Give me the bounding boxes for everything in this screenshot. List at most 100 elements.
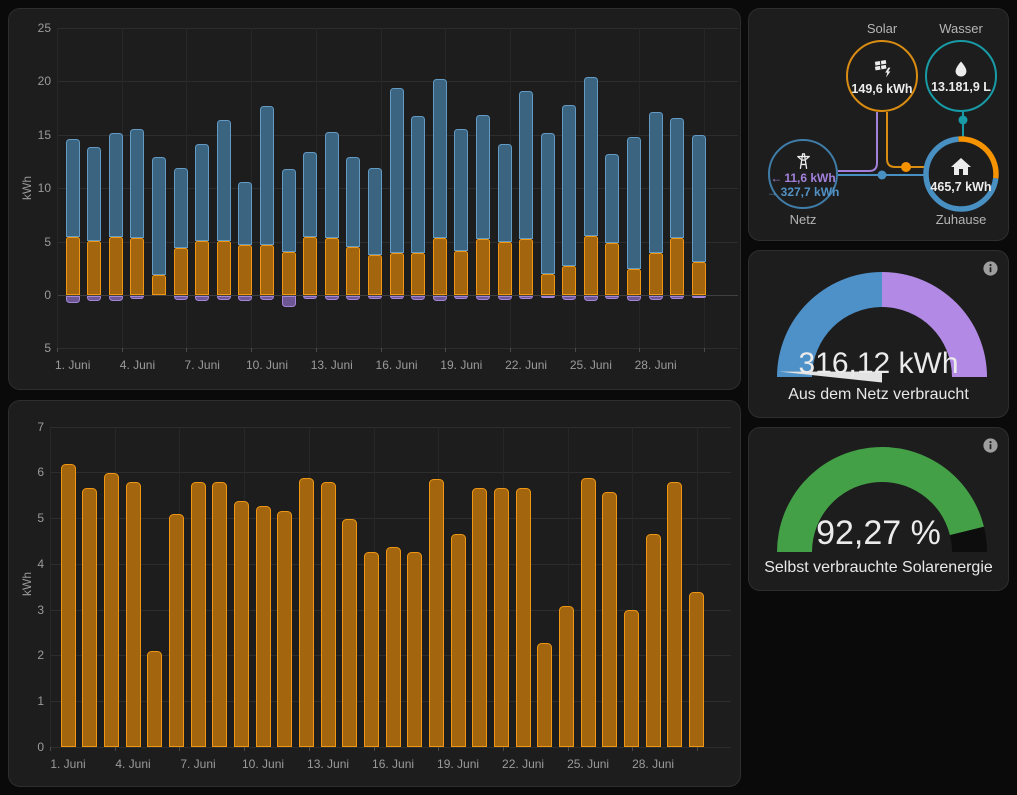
bar-solar_consumption[interactable] xyxy=(670,238,684,295)
bar-grid_return[interactable] xyxy=(411,296,425,300)
bar-grid_consumption[interactable] xyxy=(130,129,144,238)
bar-solar_self_consumed[interactable] xyxy=(429,479,444,747)
bar-grid_return[interactable] xyxy=(627,296,641,301)
bar-grid_return[interactable] xyxy=(670,296,684,299)
bar-grid_return[interactable] xyxy=(346,296,360,300)
bar-solar_self_consumed[interactable] xyxy=(472,488,487,747)
bar-grid_consumption[interactable] xyxy=(454,129,468,251)
card-gauge-self-consumed-solar[interactable]: 92,27 % Selbst verbrauchte Solarenergie xyxy=(748,427,1009,591)
bar-solar_consumption[interactable] xyxy=(238,245,252,295)
bar-solar_self_consumed[interactable] xyxy=(646,534,661,747)
bar-solar_consumption[interactable] xyxy=(174,248,188,295)
bar-grid_consumption[interactable] xyxy=(195,144,209,240)
bar-solar_consumption[interactable] xyxy=(260,245,274,295)
bar-grid_consumption[interactable] xyxy=(174,168,188,248)
bar-grid_consumption[interactable] xyxy=(109,133,123,238)
bar-solar_self_consumed[interactable] xyxy=(61,464,76,746)
bar-solar_consumption[interactable] xyxy=(195,241,209,295)
bar-grid_consumption[interactable] xyxy=(260,106,274,245)
bar-grid_consumption[interactable] xyxy=(627,137,641,269)
bar-solar_consumption[interactable] xyxy=(541,274,555,295)
bar-solar_self_consumed[interactable] xyxy=(667,482,682,746)
bar-grid_return[interactable] xyxy=(368,296,382,299)
bar-grid_return[interactable] xyxy=(476,296,490,300)
bar-solar_self_consumed[interactable] xyxy=(191,482,206,746)
bar-solar_consumption[interactable] xyxy=(411,253,425,295)
bar-grid_consumption[interactable] xyxy=(303,152,317,237)
bar-grid_consumption[interactable] xyxy=(605,154,619,243)
bar-solar_consumption[interactable] xyxy=(454,251,468,295)
bar-grid_consumption[interactable] xyxy=(152,157,166,274)
bar-grid_consumption[interactable] xyxy=(692,135,706,262)
bar-solar_consumption[interactable] xyxy=(627,269,641,295)
bar-grid_consumption[interactable] xyxy=(346,157,360,247)
bar-grid_return[interactable] xyxy=(454,296,468,299)
bar-solar_consumption[interactable] xyxy=(605,243,619,295)
card-gauge-grid-consumption[interactable]: 316,12 kWh Aus dem Netz verbraucht xyxy=(748,250,1009,418)
bar-grid_consumption[interactable] xyxy=(368,168,382,256)
bar-solar_consumption[interactable] xyxy=(476,239,490,295)
bar-grid_return[interactable] xyxy=(433,296,447,301)
bar-grid_consumption[interactable] xyxy=(66,139,80,237)
bar-solar_consumption[interactable] xyxy=(368,255,382,295)
bar-solar_self_consumed[interactable] xyxy=(104,473,119,746)
bar-solar_consumption[interactable] xyxy=(152,275,166,295)
bar-grid_consumption[interactable] xyxy=(519,91,533,239)
bar-grid_return[interactable] xyxy=(325,296,339,300)
bar-solar_self_consumed[interactable] xyxy=(212,482,227,746)
bar-grid_consumption[interactable] xyxy=(670,118,684,239)
bar-solar_self_consumed[interactable] xyxy=(537,643,552,747)
info-icon[interactable] xyxy=(982,437,999,454)
bar-solar_consumption[interactable] xyxy=(346,247,360,295)
bar-grid_return[interactable] xyxy=(87,296,101,301)
bar-solar_consumption[interactable] xyxy=(109,237,123,295)
grid-node[interactable]: ←11,6 kWh →327,7 kWh xyxy=(768,139,838,209)
bar-grid_return[interactable] xyxy=(217,296,231,300)
bar-grid_consumption[interactable] xyxy=(498,144,512,241)
bar-solar_self_consumed[interactable] xyxy=(147,651,162,747)
bar-grid_return[interactable] xyxy=(195,296,209,301)
bar-grid_return[interactable] xyxy=(303,296,317,299)
bar-solar_consumption[interactable] xyxy=(217,241,231,295)
bar-solar_consumption[interactable] xyxy=(325,238,339,295)
bar-grid_return[interactable] xyxy=(519,296,533,299)
bar-solar_consumption[interactable] xyxy=(519,239,533,295)
home-node[interactable]: 465,7 kWh xyxy=(926,139,996,209)
bar-solar_self_consumed[interactable] xyxy=(256,506,271,747)
bar-solar_self_consumed[interactable] xyxy=(234,501,249,747)
bar-solar_consumption[interactable] xyxy=(433,238,447,295)
bar-grid_consumption[interactable] xyxy=(238,182,252,245)
bar-solar_self_consumed[interactable] xyxy=(451,534,466,747)
bar-grid_consumption[interactable] xyxy=(476,115,490,240)
bar-grid_return[interactable] xyxy=(109,296,123,301)
bar-grid_return[interactable] xyxy=(541,296,555,298)
solar-node[interactable]: 149,6 kWh xyxy=(846,40,918,112)
bar-solar_consumption[interactable] xyxy=(303,237,317,295)
bar-solar_self_consumed[interactable] xyxy=(299,478,314,746)
bar-grid_consumption[interactable] xyxy=(325,132,339,239)
bar-solar_self_consumed[interactable] xyxy=(82,488,97,747)
self-consumed-solar-plot[interactable]: 765432101. Juni4. Juni7. Juni10. Juni13.… xyxy=(9,401,740,786)
bar-solar_consumption[interactable] xyxy=(562,266,576,295)
bar-solar_self_consumed[interactable] xyxy=(581,478,596,746)
bar-grid_consumption[interactable] xyxy=(390,88,404,254)
bar-solar_consumption[interactable] xyxy=(87,241,101,295)
bar-solar_self_consumed[interactable] xyxy=(689,592,704,746)
bar-solar_self_consumed[interactable] xyxy=(386,547,401,747)
bar-grid_return[interactable] xyxy=(498,296,512,300)
bar-solar_self_consumed[interactable] xyxy=(559,606,574,746)
bar-solar_self_consumed[interactable] xyxy=(321,482,336,746)
bar-solar_consumption[interactable] xyxy=(282,252,296,295)
bar-grid_consumption[interactable] xyxy=(433,79,447,238)
info-icon[interactable] xyxy=(982,260,999,277)
bar-solar_self_consumed[interactable] xyxy=(126,482,141,746)
bar-solar_self_consumed[interactable] xyxy=(407,552,422,746)
bar-grid_consumption[interactable] xyxy=(541,133,555,274)
bar-grid_return[interactable] xyxy=(584,296,598,301)
bar-solar_self_consumed[interactable] xyxy=(602,492,617,747)
bar-grid_return[interactable] xyxy=(282,296,296,307)
bar-solar_consumption[interactable] xyxy=(390,253,404,295)
bar-solar_consumption[interactable] xyxy=(66,237,80,295)
bar-grid_consumption[interactable] xyxy=(282,169,296,252)
bar-grid_consumption[interactable] xyxy=(87,147,101,241)
